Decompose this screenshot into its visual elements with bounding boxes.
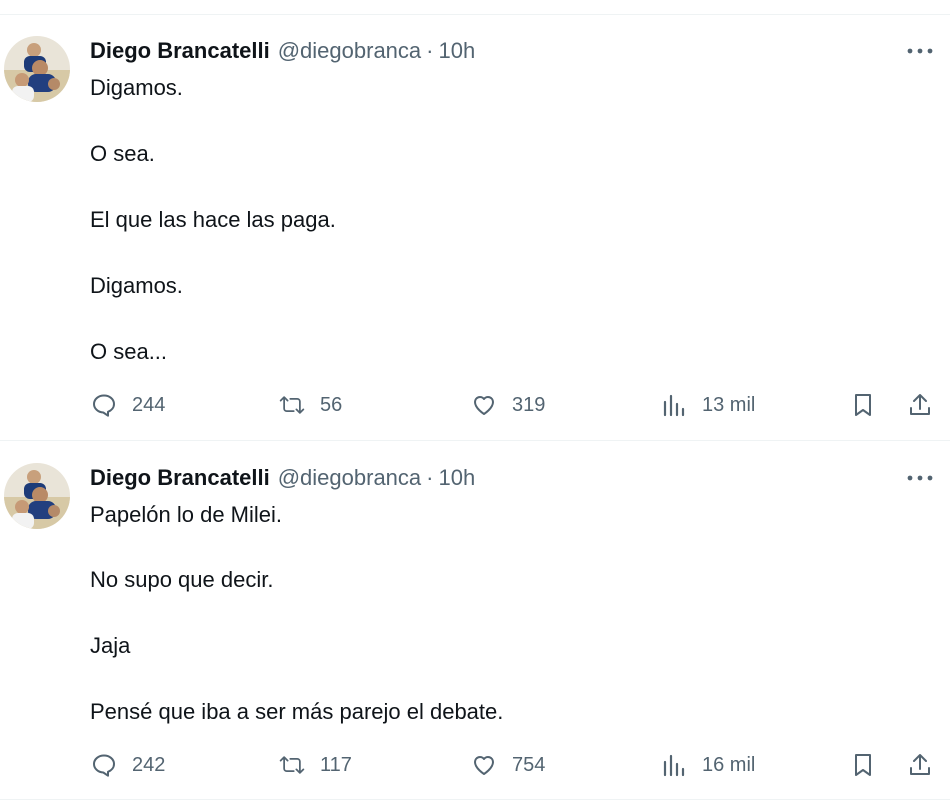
more-horizontal-icon bbox=[907, 48, 933, 54]
tweet-actions: 244 56 319 13 mil bbox=[0, 388, 950, 422]
timestamp[interactable]: 10h bbox=[438, 38, 475, 64]
tweet-text-line: Jaja bbox=[90, 633, 131, 658]
avatar[interactable] bbox=[4, 36, 70, 102]
reply-count: 242 bbox=[132, 753, 166, 776]
tweet-text-line: Digamos. bbox=[90, 273, 183, 298]
bottom-divider bbox=[0, 799, 950, 800]
retweet-button[interactable]: 56 bbox=[278, 388, 342, 422]
retweet-count: 117 bbox=[320, 753, 352, 776]
like-button[interactable]: 319 bbox=[470, 388, 545, 422]
like-count: 319 bbox=[512, 393, 546, 416]
tweet-header: Diego Brancatelli @diegobranca · 10h bbox=[90, 463, 475, 493]
retweet-icon bbox=[278, 391, 306, 419]
analytics-bars-icon bbox=[660, 391, 688, 419]
views-button[interactable]: 16 mil bbox=[660, 748, 755, 782]
tweet-text-line: No supo que decir. bbox=[90, 567, 274, 592]
reply-count: 244 bbox=[132, 393, 166, 416]
share-upload-icon bbox=[906, 751, 934, 779]
bookmark-icon bbox=[849, 751, 877, 779]
tweet-text-line: El que las hace las paga. bbox=[90, 207, 336, 232]
analytics-bars-icon bbox=[660, 751, 688, 779]
like-button[interactable]: 754 bbox=[470, 748, 545, 782]
tweet-text-line: Pensé que iba a ser más parejo el debate… bbox=[90, 699, 504, 724]
avatar[interactable] bbox=[4, 463, 70, 529]
views-count: 16 mil bbox=[702, 753, 756, 776]
bookmark-icon bbox=[849, 391, 877, 419]
bookmark-button[interactable] bbox=[849, 748, 877, 782]
heart-icon bbox=[470, 391, 498, 419]
separator-dot: · bbox=[426, 465, 434, 490]
tweet-text-line: Digamos. bbox=[90, 75, 183, 100]
tweet-text-line: O sea... bbox=[90, 339, 168, 364]
share-button[interactable] bbox=[906, 748, 934, 782]
reply-button[interactable]: 242 bbox=[90, 748, 165, 782]
top-divider bbox=[0, 14, 950, 15]
author-name[interactable]: Diego Brancatelli bbox=[90, 465, 270, 491]
separator-dot: · bbox=[426, 38, 434, 63]
bookmark-button[interactable] bbox=[849, 388, 877, 422]
reply-bubble-icon bbox=[90, 751, 118, 779]
retweet-count: 56 bbox=[320, 393, 343, 416]
reply-bubble-icon bbox=[90, 391, 118, 419]
tweet-header: Diego Brancatelli @diegobranca · 10h bbox=[90, 36, 475, 66]
views-button[interactable]: 13 mil bbox=[660, 388, 755, 422]
author-handle[interactable]: @diegobranca bbox=[278, 465, 421, 491]
retweet-icon bbox=[278, 751, 306, 779]
reply-button[interactable]: 244 bbox=[90, 388, 165, 422]
more-options-button[interactable] bbox=[900, 465, 940, 491]
like-count: 754 bbox=[512, 753, 546, 776]
author-name[interactable]: Diego Brancatelli bbox=[90, 38, 270, 64]
tweet-divider bbox=[0, 440, 950, 441]
retweet-button[interactable]: 117 bbox=[278, 748, 352, 782]
author-handle[interactable]: @diegobranca bbox=[278, 38, 421, 64]
more-horizontal-icon bbox=[907, 475, 933, 481]
views-count: 13 mil bbox=[702, 393, 756, 416]
tweet-text-line: Papelón lo de Milei. bbox=[90, 502, 283, 527]
tweet-actions: 242 117 754 16 mil bbox=[0, 748, 950, 782]
timestamp[interactable]: 10h bbox=[438, 465, 475, 491]
tweet-text-line: O sea. bbox=[90, 141, 155, 166]
heart-icon bbox=[470, 751, 498, 779]
share-button[interactable] bbox=[906, 388, 934, 422]
share-upload-icon bbox=[906, 391, 934, 419]
more-options-button[interactable] bbox=[900, 38, 940, 64]
